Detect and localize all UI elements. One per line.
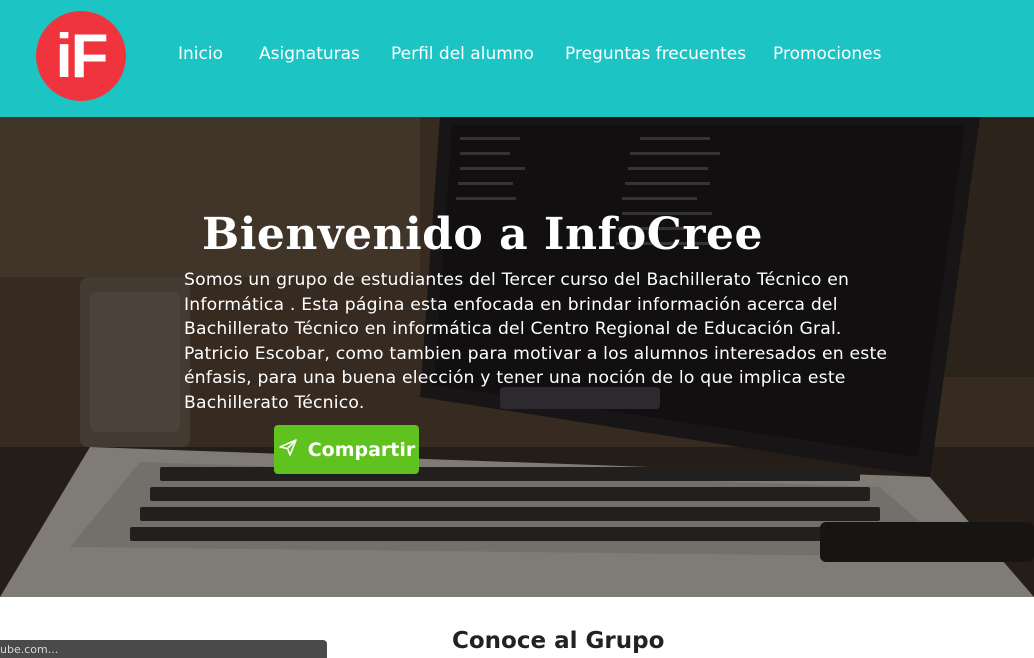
share-button-label: Compartir bbox=[307, 438, 416, 461]
nav-item-preguntas-frecuentes[interactable]: Preguntas frecuentes bbox=[565, 44, 746, 64]
send-icon bbox=[278, 437, 298, 462]
video-url: ube.com... bbox=[0, 643, 59, 656]
hero-title: Bienvenido a InfoCree bbox=[202, 209, 763, 260]
page: iF Inicio Asignaturas Perfil del alumno … bbox=[0, 0, 1034, 658]
share-button[interactable]: Compartir bbox=[274, 425, 419, 474]
logo-text: iF bbox=[55, 21, 108, 91]
video-embed[interactable]: ube.com... bbox=[0, 640, 327, 658]
logo[interactable]: iF bbox=[36, 11, 126, 101]
hero-description: Somos un grupo de estudiantes del Tercer… bbox=[184, 270, 888, 413]
nav-item-perfil-del-alumno[interactable]: Perfil del alumno bbox=[391, 44, 534, 64]
nav-item-asignaturas[interactable]: Asignaturas bbox=[259, 44, 360, 64]
hero-section: Bienvenido a InfoCree Somos un grupo de … bbox=[0, 117, 1034, 597]
section-title: Conoce al Grupo bbox=[452, 628, 665, 654]
nav-item-inicio[interactable]: Inicio bbox=[178, 44, 223, 64]
site-header: iF Inicio Asignaturas Perfil del alumno … bbox=[0, 0, 1034, 117]
nav-item-promociones[interactable]: Promociones bbox=[773, 44, 882, 64]
